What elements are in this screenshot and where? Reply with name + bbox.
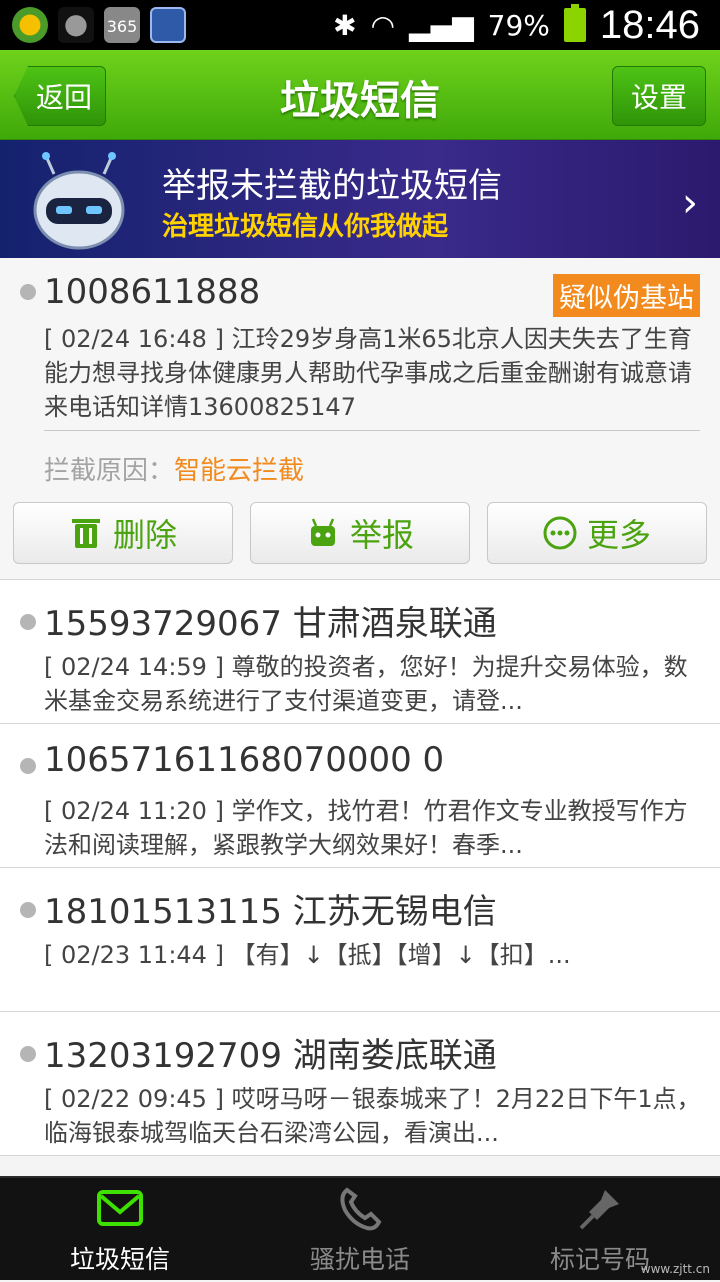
- delete-label: 删除: [112, 516, 177, 554]
- robot-report-icon: [310, 518, 335, 546]
- delete-button[interactable]: 删除: [13, 502, 233, 564]
- unread-dot: [20, 758, 36, 774]
- unread-dot: [20, 1046, 36, 1062]
- tab-label: 垃圾短信: [69, 1245, 170, 1274]
- list-item[interactable]: 13203192709 湖南娄底联通 [ 02/22 09:45 ] 哎呀马呀－…: [0, 1012, 720, 1156]
- more-icon: [543, 516, 577, 550]
- banner-title: 举报未拦截的垃圾短信: [162, 166, 502, 206]
- message-preview: [ 02/24 14:59 ] 尊敬的投资者，您好！为提升交易体验，数米基金交易…: [44, 653, 688, 715]
- list-item[interactable]: 10657161168070000 0 [ 02/24 11:20 ] 学作文，…: [0, 724, 720, 868]
- unread-dot: [20, 284, 36, 300]
- microphone-icon: [150, 7, 186, 43]
- pin-icon: [579, 1190, 619, 1230]
- reason-label: 拦截原因：: [44, 456, 175, 486]
- sender-number: 10657161168070000 0: [44, 740, 445, 780]
- battery-percent: 79%: [487, 8, 550, 42]
- status-bar: ● 365 ✱ ◠ ▂▄▆ 79% 18:46: [0, 0, 720, 50]
- clock: 18:46: [599, 2, 700, 47]
- message-list: 1008611888 疑似伪基站 [ 02/24 16:48 ] 江玲29岁身高…: [0, 258, 720, 1156]
- bluetooth-icon: ✱: [333, 8, 357, 42]
- wifi-icon: ◠: [370, 8, 396, 42]
- block-reason: 拦截原因：智能云拦截: [44, 450, 304, 487]
- tab-harassing-calls[interactable]: 骚扰电话: [240, 1178, 480, 1282]
- battery-icon: [563, 4, 586, 42]
- tab-label: 骚扰电话: [309, 1245, 410, 1274]
- message-preview: [ 02/23 11:44 ] 【有】↓【抵】【增】↓【扣】...: [44, 941, 571, 969]
- tab-spam-sms[interactable]: 垃圾短信: [0, 1178, 240, 1282]
- banner-subtitle: 治理垃圾短信从你我做起: [162, 212, 449, 242]
- sender-number: 18101513115 江苏无锡电信: [44, 892, 497, 932]
- bottom-tab-bar: 垃圾短信 骚扰电话 标记号码: [0, 1176, 720, 1280]
- calendar-icon: 365: [104, 7, 140, 43]
- more-label: 更多: [586, 516, 651, 554]
- status-badge: 疑似伪基站: [553, 274, 700, 317]
- reason-value: 智能云拦截: [174, 456, 305, 486]
- report-button[interactable]: 举报: [250, 502, 470, 564]
- unread-dot: [20, 614, 36, 630]
- phone-icon: [340, 1187, 382, 1231]
- envelope-icon: [97, 1190, 143, 1226]
- signal-icon: ▂▄▆: [409, 8, 474, 42]
- watermark: www.zjtt.cn: [640, 1262, 710, 1276]
- settings-button[interactable]: 设置: [612, 66, 706, 126]
- divider: [44, 430, 700, 431]
- sender-number: 13203192709 湖南娄底联通: [44, 1036, 497, 1076]
- more-button[interactable]: 更多: [487, 502, 707, 564]
- report-label: 举报: [349, 516, 414, 554]
- trash-icon: [71, 519, 100, 548]
- message-preview: [ 02/22 09:45 ] 哎呀马呀－银泰城来了！2月22日下午1点，临海银…: [44, 1085, 701, 1147]
- sender-number: 15593729067 甘肃酒泉联通: [44, 604, 497, 644]
- message-text: [ 02/24 16:48 ] 江玲29岁身高1米65北京人因夫失去了生育能力想…: [44, 325, 692, 421]
- report-banner[interactable]: 举报未拦截的垃圾短信 治理垃圾短信从你我做起 ›: [0, 140, 720, 258]
- robot-icon: [33, 152, 125, 250]
- list-item[interactable]: 15593729067 甘肃酒泉联通 [ 02/24 14:59 ] 尊敬的投资…: [0, 580, 720, 724]
- unread-dot: [20, 902, 36, 918]
- notification-icons: ● 365: [12, 7, 186, 43]
- sender-number: 1008611888: [44, 272, 261, 312]
- chevron-right-icon: ›: [682, 180, 698, 226]
- list-item[interactable]: 18101513115 江苏无锡电信 [ 02/23 11:44 ] 【有】↓【…: [0, 868, 720, 1012]
- drops-icon: ●: [58, 7, 94, 43]
- title-bar: 返回 垃圾短信 设置: [0, 50, 720, 140]
- expanded-message[interactable]: 1008611888 疑似伪基站 [ 02/24 16:48 ] 江玲29岁身高…: [0, 258, 720, 580]
- message-preview: [ 02/24 11:20 ] 学作文，找竹君！竹君作文专业教授写作方法和阅读理…: [44, 797, 688, 859]
- app-notification-icon: [12, 7, 48, 43]
